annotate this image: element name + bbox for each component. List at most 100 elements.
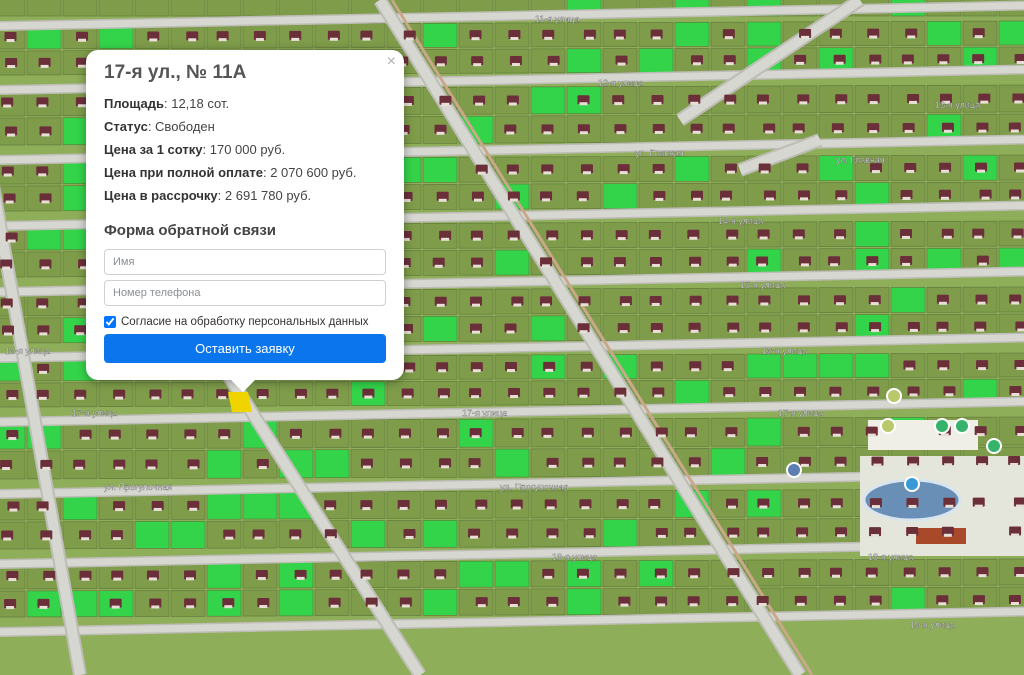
cafe-icon[interactable] — [934, 418, 950, 434]
house-wall — [903, 61, 912, 65]
free-plot[interactable] — [422, 23, 458, 48]
street-label: 17-я улица — [778, 408, 823, 418]
submit-request-button[interactable]: Оставить заявку — [104, 334, 386, 363]
street-label: ул. Прогулочная — [500, 482, 568, 492]
house-wall — [2, 266, 11, 270]
free-plot[interactable] — [422, 316, 458, 342]
free-plot[interactable] — [206, 491, 242, 520]
music-icon[interactable] — [954, 418, 970, 434]
house-wall — [796, 602, 805, 606]
free-plot[interactable] — [638, 48, 674, 73]
close-icon[interactable]: × — [387, 54, 396, 70]
free-plot[interactable] — [674, 156, 710, 182]
house-wall — [869, 393, 878, 397]
house-wall — [943, 533, 952, 537]
free-plot[interactable] — [602, 183, 638, 209]
free-plot[interactable] — [206, 561, 242, 589]
house-wall — [764, 575, 773, 579]
free-plot[interactable] — [278, 589, 314, 617]
house-wall — [3, 173, 12, 177]
free-plot[interactable] — [494, 560, 530, 588]
free-plot[interactable] — [314, 449, 350, 479]
house-wall — [220, 436, 229, 440]
phone-input[interactable] — [104, 280, 386, 306]
free-plot[interactable] — [350, 520, 386, 548]
free-plot[interactable] — [710, 447, 746, 477]
house-wall — [548, 603, 557, 607]
house-wall — [186, 605, 195, 609]
plot[interactable] — [278, 0, 314, 17]
food-icon[interactable] — [904, 476, 920, 492]
free-plot[interactable] — [818, 353, 854, 379]
free-plot[interactable] — [782, 353, 818, 379]
plot[interactable] — [242, 0, 278, 17]
house-wall — [472, 237, 481, 241]
name-input[interactable] — [104, 249, 386, 275]
free-plot[interactable] — [566, 48, 602, 74]
house-wall — [902, 196, 911, 200]
house-wall — [835, 302, 844, 306]
house-wall — [544, 575, 553, 579]
free-plot[interactable] — [134, 521, 170, 549]
free-plot[interactable] — [854, 353, 890, 378]
free-plot[interactable] — [206, 449, 242, 479]
plot[interactable] — [314, 0, 350, 17]
free-plot[interactable] — [170, 521, 206, 549]
house-wall — [39, 605, 48, 609]
house-wall — [477, 604, 486, 608]
free-plot[interactable] — [746, 21, 782, 47]
free-plot[interactable] — [422, 520, 458, 548]
house-wall — [580, 303, 589, 307]
water-drop-icon[interactable] — [786, 462, 802, 478]
playground-icon[interactable] — [886, 388, 902, 404]
house-wall — [113, 577, 122, 581]
free-plot[interactable] — [926, 20, 962, 46]
house-wall — [976, 328, 985, 332]
free-plot[interactable] — [602, 519, 638, 547]
free-plot[interactable] — [674, 380, 710, 405]
house-wall — [908, 533, 917, 537]
free-plot[interactable] — [422, 589, 458, 616]
plot[interactable] — [206, 0, 242, 17]
house-wall — [799, 101, 808, 105]
free-plot[interactable] — [674, 22, 710, 47]
plot[interactable] — [98, 0, 134, 17]
house-wall — [657, 603, 666, 607]
parking-icon[interactable] — [986, 438, 1002, 454]
house-wall — [400, 435, 409, 439]
free-plot[interactable] — [422, 157, 458, 183]
plot[interactable] — [26, 0, 62, 17]
free-plot[interactable] — [530, 315, 566, 342]
house-wall — [401, 465, 410, 469]
house-wall — [905, 574, 914, 578]
house-wall — [728, 505, 737, 509]
house-wall — [800, 197, 809, 201]
consent-row[interactable]: Согласие на обработку персональных данны… — [104, 316, 386, 328]
plot[interactable] — [170, 0, 206, 17]
free-plot[interactable] — [746, 353, 782, 379]
house-wall — [798, 170, 807, 174]
house-wall — [579, 330, 588, 334]
free-plot[interactable] — [566, 588, 602, 616]
shop-icon[interactable] — [880, 418, 896, 434]
street-label: 17-я улица — [72, 408, 117, 418]
free-plot[interactable] — [530, 86, 566, 115]
house-wall — [1011, 301, 1020, 305]
free-plot[interactable] — [854, 221, 890, 247]
free-plot[interactable] — [242, 491, 278, 520]
free-plot[interactable] — [458, 560, 494, 588]
house-wall — [870, 302, 879, 306]
selected-plot[interactable] — [228, 392, 252, 412]
free-plot[interactable] — [890, 287, 926, 313]
free-plot[interactable] — [494, 249, 530, 276]
house-wall — [837, 534, 846, 538]
consent-checkbox[interactable] — [104, 316, 116, 328]
house-wall — [81, 537, 90, 541]
free-plot[interactable] — [998, 20, 1024, 46]
plot[interactable] — [134, 0, 170, 17]
plot[interactable] — [0, 0, 26, 17]
free-plot[interactable] — [746, 417, 782, 447]
free-plot[interactable] — [494, 448, 530, 478]
street-label: 13-я улица — [935, 100, 980, 110]
plot[interactable] — [62, 0, 98, 17]
